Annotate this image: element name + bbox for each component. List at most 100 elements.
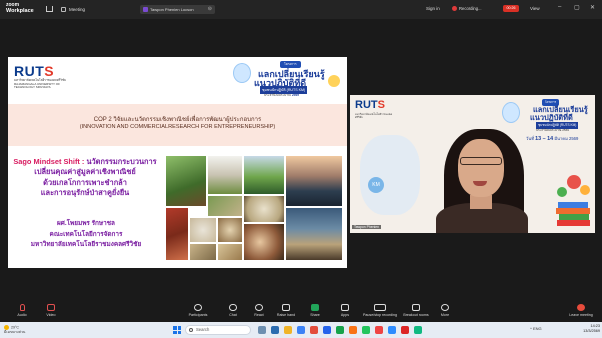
km-bubble: KM bbox=[368, 177, 384, 193]
topic-line-4: และการอนุรักษ์ป่าสาคูยั่งยืน bbox=[40, 188, 130, 197]
date-rest: มีนาคม 2569 bbox=[554, 136, 579, 141]
presenter-university: มหาวิทยาลัยเทคโนโลยีราชมงคลศรีวิชัย bbox=[30, 241, 142, 248]
leave-meeting-button[interactable]: Leave meeting bbox=[566, 304, 596, 317]
zoom-titlebar: zoom Workplace Meeting Tawpon Phenien Lo… bbox=[0, 0, 602, 19]
breakout-icon bbox=[412, 304, 420, 311]
system-tray[interactable]: ^ ENG bbox=[530, 326, 542, 331]
logo-subtitle: มหาวิทยาลัยเทคโนโลยีราชมงคลศรีวิชัย RAJA… bbox=[14, 78, 66, 90]
km-banner: โครงการ แลกเปลี่ยนเรียนรู้ แนวปฏิบัติที่… bbox=[230, 61, 342, 99]
react-button[interactable]: React bbox=[244, 304, 274, 317]
gear-icon bbox=[328, 75, 340, 87]
clock-date: 13/3/2569 bbox=[583, 329, 600, 333]
taskbar-search[interactable]: Search bbox=[185, 325, 251, 335]
more-label: More bbox=[440, 313, 450, 317]
date-prefix: วันที่ bbox=[526, 136, 534, 141]
video-logo-text: RUT bbox=[355, 99, 378, 111]
edge-icon[interactable] bbox=[271, 326, 279, 334]
photo-product-3 bbox=[189, 243, 217, 261]
video-button[interactable]: Video bbox=[36, 304, 66, 317]
ruts-logo: RUTS bbox=[14, 63, 54, 79]
participants-button[interactable]: Participants bbox=[183, 304, 213, 317]
heart-icon bbox=[255, 304, 263, 311]
maximize-button[interactable]: ▢ bbox=[574, 4, 580, 11]
brand-line2: Workplace bbox=[6, 7, 34, 14]
weather-desc: มีเมฆบางส่วน bbox=[4, 330, 26, 334]
presentation-topic: Sago Mindset Shift : นวัตกรรมกระบวนการ เ… bbox=[12, 157, 158, 199]
apps-button[interactable]: Apps bbox=[330, 304, 360, 317]
video-logo-subtitle: มหาวิทยาลัยเทคโนโลยีราชมงคลศรีวิชัย bbox=[355, 113, 393, 119]
powerpoint-icon[interactable] bbox=[375, 326, 383, 334]
presenter-video[interactable]: KM RUTS มหาวิทยาลัยเทคโนโลยีราชมงคลศรีวิ… bbox=[350, 95, 595, 233]
start-button[interactable] bbox=[173, 326, 181, 334]
banner-year-label: ประจำปีงบประมาณ bbox=[264, 93, 292, 97]
recording-status[interactable]: Recording... bbox=[459, 6, 482, 11]
presenter-faculty: คณะเทคโนโลยีการจัดการ bbox=[49, 230, 123, 238]
topic-line-1: Sago Mindset Shift : นวัตกรรมกระบวนการ bbox=[12, 157, 158, 167]
clock[interactable]: 14:23 13/3/2569 bbox=[578, 324, 600, 334]
pause-recording-button[interactable]: Pause/stop recording bbox=[360, 304, 400, 317]
photo-product-1 bbox=[189, 217, 217, 243]
photo-seedlings-1 bbox=[207, 155, 243, 195]
meeting-window-tab[interactable]: Tawpon Phenien Locson ⊝ bbox=[140, 5, 215, 14]
search-icon bbox=[189, 328, 193, 332]
view-menu-button[interactable]: View bbox=[530, 6, 540, 11]
logo-text: RUT bbox=[14, 63, 45, 79]
cop-title-thai: COP 2 วิจัยและนวัตกรรมเชิงพาณิชย์เพื่อกา… bbox=[93, 117, 262, 123]
audio-label: Audio bbox=[17, 313, 27, 317]
excel-icon[interactable] bbox=[336, 326, 344, 334]
more-icon bbox=[441, 304, 449, 311]
topic-line-1-rest: นวัตกรรมกระบวนการ bbox=[84, 157, 157, 166]
breakout-rooms-button[interactable]: Breakout rooms bbox=[401, 304, 431, 317]
participant-name-label: Tawpon Phenien bbox=[352, 225, 382, 229]
lightbulb-icon bbox=[233, 63, 251, 83]
logo-s: S bbox=[44, 63, 55, 79]
recording-dot-icon bbox=[452, 6, 457, 11]
weather-widget[interactable]: 29°C มีเมฆบางส่วน bbox=[4, 325, 25, 334]
task-view-icon[interactable] bbox=[258, 326, 266, 334]
pause-icon bbox=[374, 304, 386, 311]
zoom-taskbar-icon[interactable] bbox=[388, 326, 396, 334]
zoom-logo[interactable]: zoom Workplace bbox=[6, 2, 34, 14]
weather-temp: 29°C bbox=[11, 325, 20, 330]
close-tab-icon[interactable]: ⊝ bbox=[208, 6, 212, 12]
banner-year: ประจำปีงบประมาณ 2569 bbox=[264, 93, 299, 98]
topic-line-3: ด้วยเกลโกการเพาะชำกล้า bbox=[43, 177, 127, 187]
photo-product-4 bbox=[217, 243, 243, 261]
audio-button[interactable]: Audio bbox=[7, 304, 37, 317]
chrome-icon[interactable] bbox=[349, 326, 357, 334]
more-button[interactable]: More bbox=[430, 304, 460, 317]
presenter-info: ผศ.โพยมพร รักษาชล คณะเทคโนโลยีการจัดการ … bbox=[16, 219, 156, 251]
meeting-tab-label[interactable]: Meeting bbox=[69, 7, 85, 12]
sign-in-link[interactable]: Sign in bbox=[426, 6, 440, 11]
close-button[interactable]: ✕ bbox=[590, 4, 595, 11]
app-icon-red[interactable] bbox=[310, 326, 318, 334]
minimize-button[interactable]: – bbox=[558, 4, 561, 10]
leave-icon bbox=[577, 304, 585, 311]
pause-recording-label: Pause/stop recording bbox=[363, 313, 397, 317]
store-icon[interactable] bbox=[297, 326, 305, 334]
pdf-icon[interactable] bbox=[401, 326, 409, 334]
windows-taskbar: 29°C มีเมฆบางส่วน Search ^ ENG 14:23 13/… bbox=[0, 322, 602, 338]
video-logo-s: S bbox=[377, 99, 385, 111]
video-banner-year: ประจำปีงบประมาณ 2569 bbox=[536, 128, 569, 132]
photo-product-2 bbox=[217, 217, 243, 243]
home-icon[interactable] bbox=[46, 6, 53, 12]
presenter-name: ผศ.โพยมพร รักษาชล bbox=[57, 220, 115, 227]
photo-river bbox=[285, 207, 343, 261]
presenter-glasses bbox=[460, 157, 502, 165]
line-icon[interactable] bbox=[362, 326, 370, 334]
raise-hand-label: Raise hand bbox=[276, 313, 296, 317]
presenter-neck bbox=[470, 195, 492, 209]
photo-seedlings-2 bbox=[207, 195, 243, 217]
raise-hand-button[interactable]: Raise hand bbox=[271, 304, 301, 317]
meeting-icon[interactable] bbox=[61, 7, 66, 12]
word-icon[interactable] bbox=[323, 326, 331, 334]
file-explorer-icon[interactable] bbox=[284, 326, 292, 334]
recording-timer-badge[interactable]: 00:26 bbox=[503, 5, 519, 12]
share-button[interactable]: Share bbox=[300, 304, 330, 317]
app-icon bbox=[143, 7, 148, 12]
meeting-controls: Audio Video Participants Chat React Rais… bbox=[0, 302, 602, 322]
photo-sago-worms bbox=[165, 207, 189, 261]
app-icon-green[interactable] bbox=[414, 326, 422, 334]
hand-icon bbox=[282, 304, 290, 311]
